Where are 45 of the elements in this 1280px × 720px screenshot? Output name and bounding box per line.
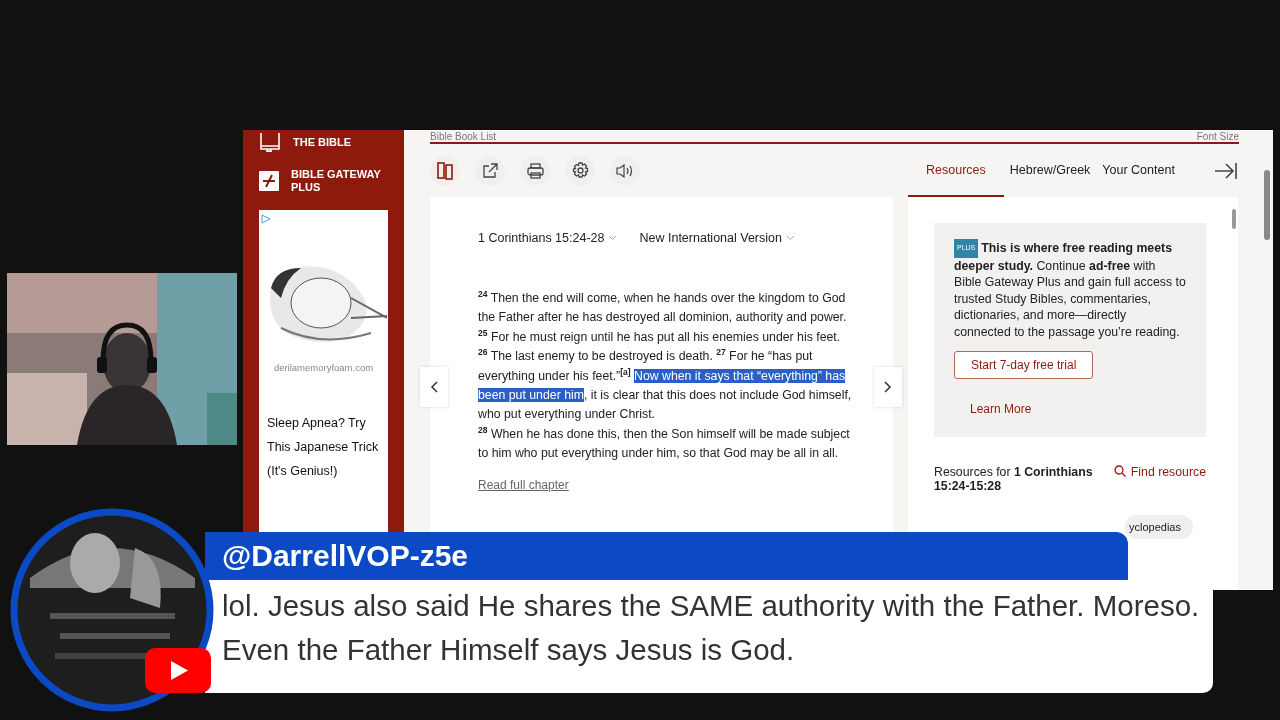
ad-headline[interactable]: Sleep Apnea? Try This Japanese Trick (It's Genius!) — [261, 411, 386, 483]
scrollbar-thumb[interactable] — [1264, 170, 1270, 240]
chevron-right-icon — [884, 381, 892, 393]
font-size-dropdown[interactable]: Font Size — [1196, 130, 1239, 142]
passage-selector[interactable]: 1 Corinthians 15:24-28 — [478, 231, 618, 245]
toolbar-button[interactable] — [475, 155, 505, 186]
comment-author: @DarrellVOP-z5e — [205, 532, 1128, 580]
share-icon — [482, 162, 498, 179]
play-icon — [145, 648, 211, 693]
version-selector[interactable]: New International Version — [639, 231, 795, 245]
category-chip[interactable]: yclopedias — [1125, 515, 1193, 539]
parallel-view-icon — [437, 161, 453, 180]
ad-choices-icon — [261, 214, 271, 224]
sidebar-item[interactable]: BIBLE GATEWAY PLUS — [259, 168, 388, 194]
find-resource-link[interactable]: Find resource — [1113, 465, 1206, 494]
resources-heading: Resources for 1 Corinthians 15:24-15:28 — [934, 465, 1094, 494]
collapse-panel-button[interactable] — [1214, 160, 1238, 181]
tab[interactable]: Your Content — [1096, 144, 1181, 197]
passage-text: $^{28}$ When he has done this, then the Son himself will be made subject to him who put everything under him, so that God may be all in all. — [478, 424, 851, 463]
chevron-left-icon — [430, 381, 438, 393]
sidebar-item[interactable]: THE BIBLE — [259, 132, 388, 152]
free-trial-button[interactable]: Start 7-day free trial — [954, 350, 1094, 379]
read-full-chapter-link[interactable]: Read full chapter — [478, 477, 569, 492]
tab[interactable]: Hebrew/Greek — [1003, 144, 1097, 197]
plus-logo-icon — [259, 171, 279, 191]
next-button[interactable] — [874, 367, 902, 407]
book-list-dropdown[interactable]: Bible Book List — [430, 130, 497, 142]
toolbar-button[interactable] — [565, 155, 595, 186]
book-icon — [259, 132, 281, 152]
chevron-down-icon — [608, 235, 618, 241]
print-icon — [526, 162, 544, 179]
comment-text: lol. Jesus also said He shares the SAME authority with the Father. Moreso. Even the Father Himself says Jesus is God. — [205, 580, 1213, 693]
toolbar-button[interactable] — [610, 155, 640, 186]
toolbar-button[interactable] — [520, 155, 550, 186]
previous-button[interactable] — [420, 367, 448, 407]
toolbar-button[interactable] — [430, 155, 460, 186]
speaker-icon — [616, 163, 634, 178]
passage-text: $^{24}$ Then the end will come, when he hands over the kingdom to God the Father after he has destroyed all dominion, authority and power. $^{25}$ For he must reign until he has put all his enemies under his feet. $^{26}$ The last enemy to be destroyed is death. $^{27}$ For he “has put everything under his feet.”$^{[a]}$ Now when it says that “everything” has been put under him, it is clear that this does not include God himself, who put everything under Christ. — [478, 289, 853, 424]
chevron-down-icon — [785, 235, 795, 241]
settings-icon — [571, 162, 589, 179]
search-icon — [1113, 465, 1126, 478]
learn-more-link[interactable]: Learn More — [970, 400, 1186, 418]
scrollbar-thumb[interactable] — [1232, 209, 1236, 229]
ad-domain[interactable]: derilamemoryfoam.com — [261, 362, 386, 373]
arrow-to-bar-icon — [1214, 160, 1238, 181]
